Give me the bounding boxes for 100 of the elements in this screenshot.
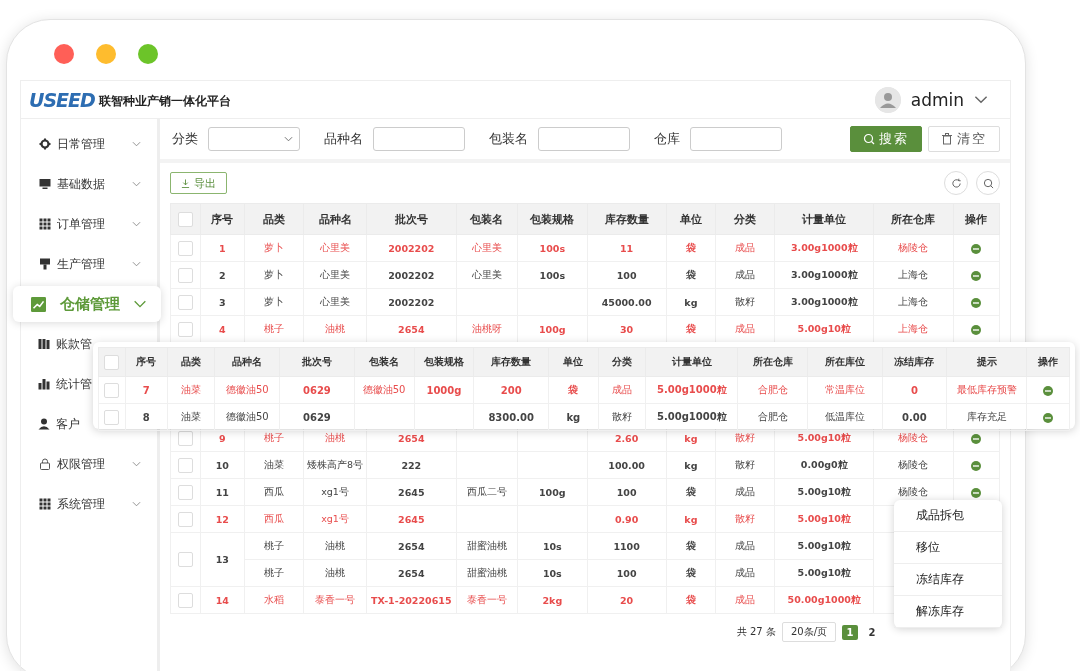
chevron-icon [284,136,293,142]
sidebar-item[interactable]: 客户 [21,404,80,444]
table-cell: 心里美 [303,234,367,262]
column-header: 品种名 [303,203,367,235]
table-cell: 2kg [517,586,587,614]
input-field[interactable] [690,127,782,151]
table-cell: 100g [517,478,587,506]
sidebar-item[interactable]: 生产管理 [21,244,157,284]
table-cell: 泰香一号 [456,586,518,614]
maximize-icon[interactable] [138,44,158,64]
lock-icon [39,458,51,470]
table-cell: 0629 [279,376,355,404]
table-cell: 0.90 [587,505,667,533]
sidebar-item[interactable]: 账款管 [21,324,92,364]
bars-icon [38,378,50,390]
table-cell: 50.00g1000粒 [774,586,874,614]
checkbox[interactable] [177,592,193,608]
checkbox[interactable] [177,240,193,256]
checkbox[interactable] [177,267,193,283]
more-icon[interactable] [1043,412,1054,423]
chevron-icon [132,501,141,507]
page-button[interactable]: 1 [842,624,858,640]
sidebar-item[interactable]: 订单管理 [21,204,157,244]
more-icon[interactable] [1043,385,1054,396]
column-header: 批次号 [366,203,457,235]
table-cell: 袋 [666,559,716,587]
checkbox[interactable] [177,211,193,227]
table-cell: 合肥仓 [737,376,808,404]
page-size-select[interactable]: 20条/页 [781,622,836,642]
table-cell: 0.00 [882,403,947,431]
checkbox[interactable] [177,294,193,310]
refresh-icon [950,177,962,189]
sidebar-item[interactable]: 权限管理 [21,444,157,484]
user-name[interactable]: admin [910,89,964,110]
table-cell: 德徽油50 [214,403,280,431]
chevron-icon [132,221,141,227]
table-cell: 10s [517,532,587,560]
table-cell: 3.00g1000粒 [774,261,874,289]
column-header: 品类 [244,203,304,235]
chevron-icon [132,181,141,187]
table-cell: 桃子 [244,532,304,560]
more-icon[interactable] [971,324,982,335]
table-cell: 西瓜 [244,505,304,533]
more-icon[interactable] [971,297,982,308]
column-header: 品种名 [214,347,280,377]
sidebar-item[interactable]: 基础数据 [21,164,157,204]
search-button[interactable]: 搜索 [850,126,922,152]
table-cell: 2645 [366,505,457,533]
checkbox[interactable] [177,321,193,337]
checkbox[interactable] [104,354,120,370]
menu-item[interactable]: 成品拆包 [894,500,1002,532]
minimize-icon[interactable] [96,44,116,64]
table-cell: 心里美 [303,261,367,289]
menu-item[interactable]: 解冻库存 [894,596,1002,628]
menu-item[interactable]: 冻结库存 [894,564,1002,596]
more-icon[interactable] [971,243,982,254]
checkbox[interactable] [177,552,193,567]
select-field[interactable] [208,127,300,151]
total-count: 共 27 条 [736,625,776,639]
chevron-icon [974,95,988,104]
table-cell: 油菜 [244,451,304,479]
table-cell: 8 [125,403,168,431]
table-cell: 100s [517,261,587,289]
table-cell: xg1号 [303,478,367,506]
book-icon [38,338,50,350]
table-cell: 油菜 [167,403,215,431]
more-icon[interactable] [971,433,982,444]
table-cell: 矮株高产8号 [303,451,367,479]
table-cell: 散籽 [598,403,646,431]
sidebar-item[interactable]: 统计管 [21,364,92,404]
export-button[interactable]: 导出 [170,172,227,194]
checkbox[interactable] [177,457,193,473]
column-header: 分类 [715,203,775,235]
table-cell: 库存充足 [946,403,1027,431]
more-icon[interactable] [971,460,982,471]
more-icon[interactable] [971,270,982,281]
page-button[interactable]: 2 [864,624,880,640]
table-cell: 8300.00 [473,403,549,431]
more-icon[interactable] [971,487,982,498]
column-header: 所在库位 [807,347,883,377]
menu-item[interactable]: 移位 [894,532,1002,564]
table-cell: 1 [200,234,245,262]
close-icon[interactable] [54,44,74,64]
table-cell: 心里美 [456,234,518,262]
table-cell: 心里美 [456,261,518,289]
column-header: 序号 [125,347,168,377]
clear-button[interactable]: 清空 [928,126,1000,152]
table-cell: 10 [200,451,245,479]
table-cell: 西瓜二号 [456,478,518,506]
column-header: 提示 [946,347,1027,377]
sidebar-item[interactable]: 日常管理 [21,124,157,164]
checkbox[interactable] [177,511,193,527]
checkbox[interactable] [104,409,120,425]
sidebar-item[interactable]: 系统管理 [21,484,157,524]
checkbox[interactable] [177,484,193,500]
checkbox[interactable] [104,382,120,398]
input-field[interactable] [373,127,465,151]
chevron-icon [133,300,147,308]
input-field[interactable] [538,127,630,151]
table-cell: 0 [882,376,947,404]
